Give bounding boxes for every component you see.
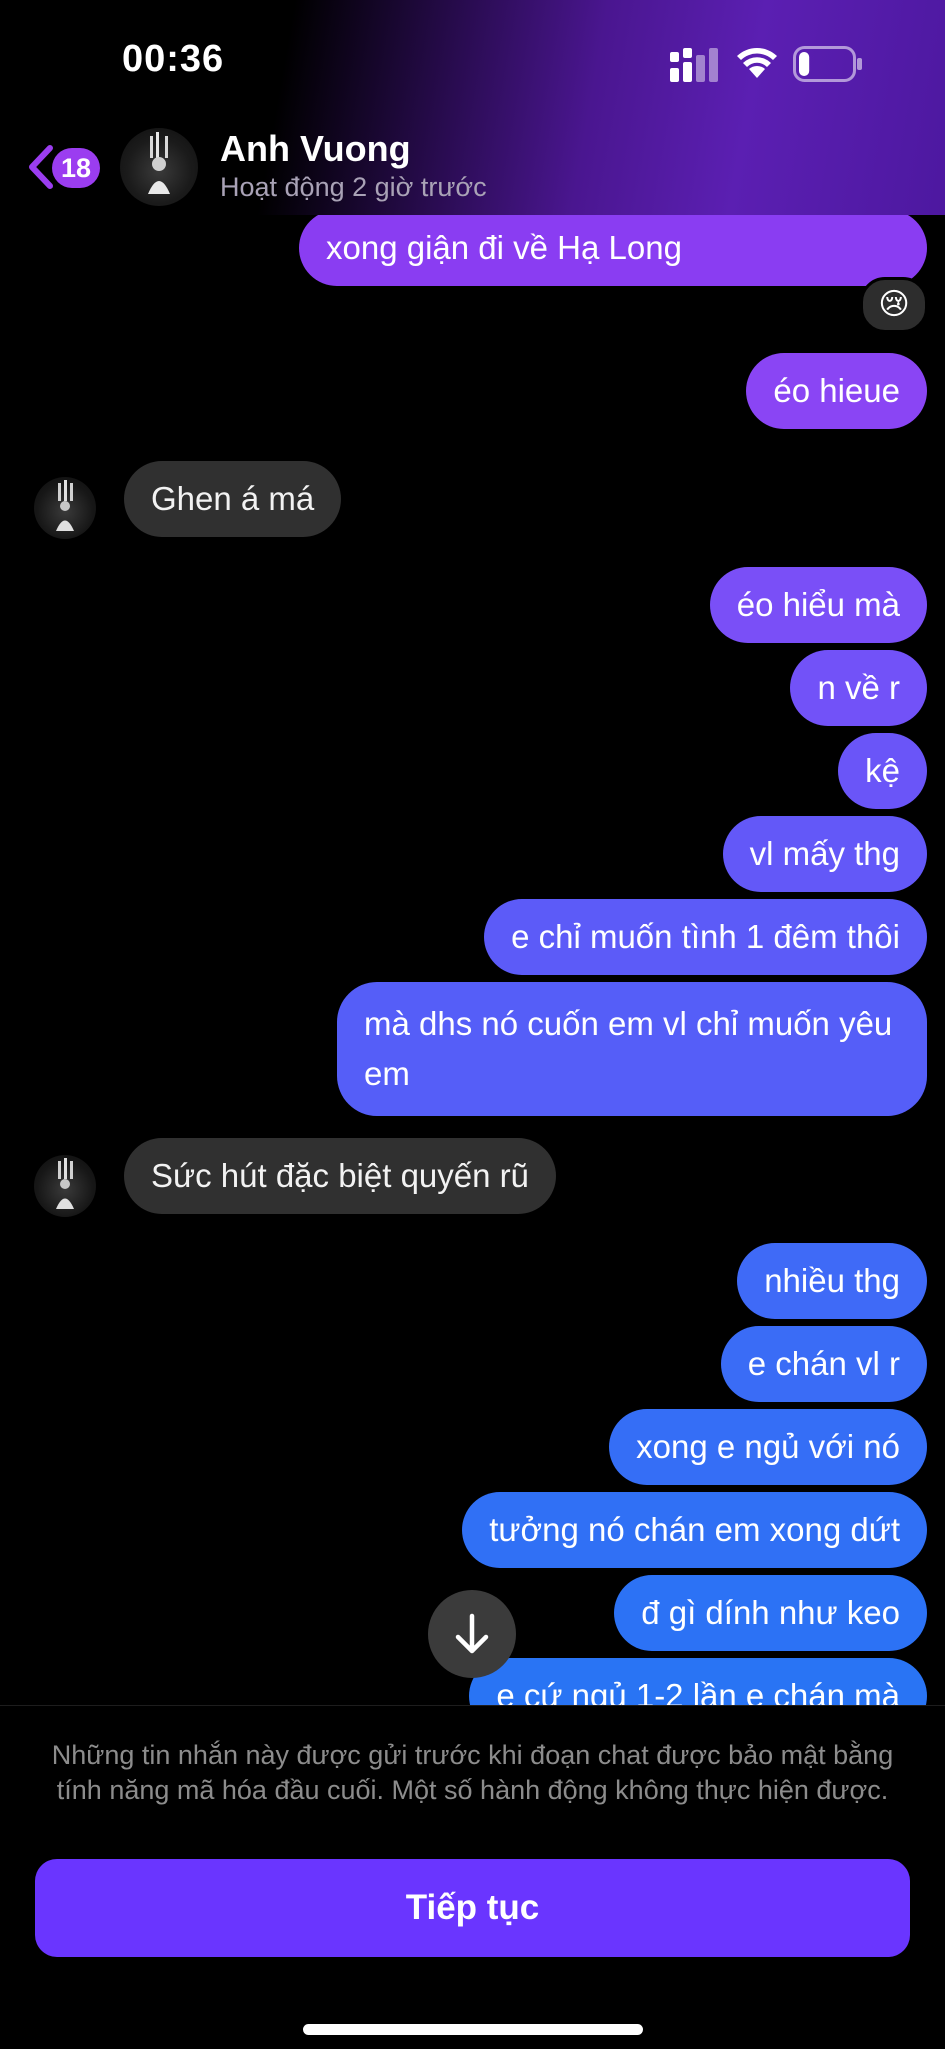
cellular-signal-icon <box>670 48 718 82</box>
contact-name[interactable]: Anh Vuong <box>220 128 411 170</box>
message-text: mà dhs nó cuốn em vl chỉ muốn yêu em <box>364 1005 893 1092</box>
message-bubble-outgoing[interactable]: xong e ngủ với nó <box>609 1409 927 1485</box>
sender-avatar[interactable] <box>34 477 96 539</box>
message-bubble-outgoing[interactable]: mà dhs nó cuốn em vl chỉ muốn yêu em <box>337 982 927 1116</box>
message-text: Ghen á má <box>151 480 315 517</box>
message-text: éo hieue <box>773 372 900 409</box>
arrow-down-icon <box>455 1613 489 1654</box>
contact-avatar[interactable] <box>120 128 198 206</box>
wifi-icon <box>737 48 777 78</box>
message-bubble-incoming[interactable]: Ghen á má <box>124 461 342 537</box>
encryption-notice-text: Những tin nhắn này được gửi trước khi đo… <box>51 1740 894 1805</box>
message-bubble-outgoing[interactable]: đ gì dính như keo <box>614 1575 927 1651</box>
message-bubble-outgoing[interactable]: e chán vl r <box>720 1326 927 1402</box>
message-text: xong e ngủ với nó <box>636 1428 900 1465</box>
message-text: éo hiểu mà <box>736 586 900 623</box>
scroll-to-bottom-button[interactable] <box>428 1590 516 1678</box>
unread-count-badge: 18 <box>52 148 100 188</box>
message-list[interactable]: xong giận đi về Hạ Long 😢 éo hieue Ghen … <box>0 215 945 1705</box>
message-bubble-outgoing[interactable]: e cứ ngủ 1-2 lần e chán mà <box>469 1658 927 1705</box>
message-text: vl mấy thg <box>749 835 900 872</box>
chat-header: 18 Anh Vuong Hoạt động 2 giờ trước <box>0 120 945 215</box>
message-text: tưởng nó chán em xong dứt <box>489 1511 900 1548</box>
contact-activity-status: Hoạt động 2 giờ trước <box>220 172 487 202</box>
person-silhouette-icon <box>56 480 74 531</box>
message-bubble-outgoing[interactable]: n về r <box>790 650 927 726</box>
message-text: kệ <box>865 752 900 789</box>
home-indicator[interactable] <box>303 2024 643 2035</box>
continue-button[interactable]: Tiếp tục <box>35 1859 910 1957</box>
status-bar: 00:36 <box>0 0 945 120</box>
message-bubble-outgoing[interactable]: tưởng nó chán em xong dứt <box>462 1492 927 1568</box>
message-text: Sức hút đặc biệt quyến rũ <box>151 1157 529 1194</box>
back-button[interactable]: 18 <box>26 142 106 192</box>
battery-icon <box>793 46 862 82</box>
message-bubble-outgoing[interactable]: éo hiểu mà <box>709 567 927 643</box>
status-time: 00:36 <box>122 38 225 80</box>
encryption-notice-panel: Những tin nhắn này được gửi trước khi đo… <box>0 1705 945 2049</box>
message-bubble-incoming[interactable]: Sức hút đặc biệt quyến rũ <box>124 1138 556 1214</box>
message-text: n về r <box>817 669 900 706</box>
person-silhouette-icon <box>148 132 170 194</box>
message-text: nhiều thg <box>764 1262 900 1299</box>
message-text: xong giận đi về Hạ Long <box>326 229 682 266</box>
message-text: e cứ ngủ 1-2 lần e chán mà <box>496 1677 900 1705</box>
message-bubble-outgoing[interactable]: éo hieue <box>746 353 927 429</box>
message-bubble-outgoing[interactable]: e chỉ muốn tình 1 đêm thôi <box>484 899 927 975</box>
chevron-left-icon <box>29 145 53 189</box>
message-bubble-outgoing[interactable]: xong giận đi về Hạ Long <box>299 215 927 286</box>
message-bubble-outgoing[interactable]: nhiều thg <box>737 1243 927 1319</box>
message-bubble-outgoing[interactable]: vl mấy thg <box>722 816 927 892</box>
message-text: e chán vl r <box>747 1345 900 1382</box>
reaction-crying-emoji[interactable]: 😢 <box>860 277 928 333</box>
person-silhouette-icon <box>56 1158 74 1209</box>
message-text: đ gì dính như keo <box>641 1594 900 1631</box>
message-text: e chỉ muốn tình 1 đêm thôi <box>511 918 900 955</box>
sender-avatar[interactable] <box>34 1155 96 1217</box>
message-bubble-outgoing[interactable]: kệ <box>838 733 927 809</box>
